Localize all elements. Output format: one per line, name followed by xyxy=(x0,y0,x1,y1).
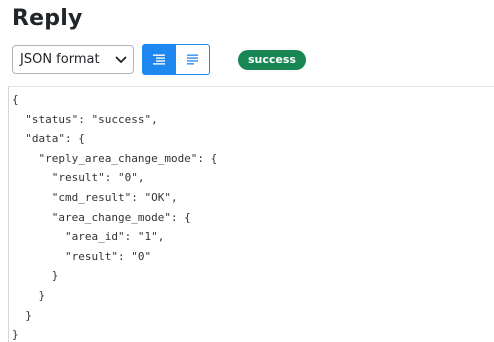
json-code: { "status": "success", "data": { "reply_… xyxy=(9,87,494,342)
code-line: } xyxy=(12,328,19,342)
code-line: { xyxy=(12,93,19,106)
code-line: "status": "success", xyxy=(12,112,158,126)
format-select[interactable]: JSON format xyxy=(12,45,134,74)
json-response-box[interactable]: { "status": "success", "data": { "reply_… xyxy=(8,86,494,342)
text-lines-icon xyxy=(187,54,198,65)
formatted-view-button[interactable] xyxy=(142,44,176,75)
code-line: "area_id": "1", xyxy=(12,230,165,244)
code-line: "cmd_result": "OK", xyxy=(12,190,178,204)
code-line: "result": "0" xyxy=(12,249,152,263)
code-line: "data": { xyxy=(12,132,85,146)
format-select-value: JSON format xyxy=(20,52,100,67)
reply-toolbar: JSON format success xyxy=(12,44,306,75)
code-line: "result": "0", xyxy=(12,171,145,185)
code-line: } xyxy=(12,288,46,302)
indented-list-icon xyxy=(153,54,165,65)
code-line: } xyxy=(12,308,32,322)
reply-panel: Reply JSON format success {"status": "s… xyxy=(0,0,494,342)
code-line: "reply_area_change_mode": { xyxy=(12,151,218,165)
code-line: "area_change_mode": { xyxy=(12,210,191,224)
chevron-down-icon xyxy=(109,56,133,64)
status-badge: success xyxy=(238,49,306,70)
page-title: Reply xyxy=(12,6,83,31)
raw-view-button[interactable] xyxy=(176,44,210,75)
code-line: } xyxy=(12,269,59,283)
